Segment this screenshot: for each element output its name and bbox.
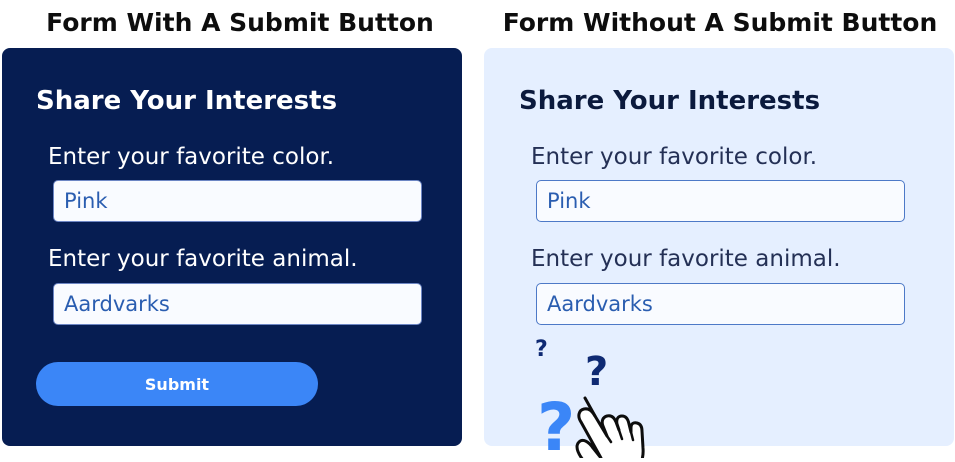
submit-button[interactable]: Submit [36, 362, 318, 406]
question-mark-icon: ? [537, 389, 575, 458]
animal-input[interactable] [536, 283, 905, 325]
color-question-label: Enter your favorite color. [531, 144, 818, 170]
heading-without-submit: Form Without A Submit Button [502, 8, 938, 37]
form-title: Share Your Interests [519, 86, 821, 116]
form-with-submit-panel: Share Your Interests Enter your favorite… [2, 48, 462, 446]
animal-question-label: Enter your favorite animal. [531, 246, 841, 272]
form-without-submit-panel: Share Your Interests Enter your favorite… [484, 48, 954, 458]
color-input[interactable] [53, 180, 422, 222]
confused-user-graphic: ? ? ? [535, 338, 645, 458]
color-input[interactable] [536, 180, 905, 222]
heading-with-submit: Form With A Submit Button [46, 8, 434, 37]
color-question-label: Enter your favorite color. [48, 144, 335, 170]
form-title: Share Your Interests [36, 86, 338, 116]
pointing-hand-icon [575, 396, 645, 458]
animal-question-label: Enter your favorite animal. [48, 246, 358, 272]
animal-input[interactable] [53, 283, 422, 325]
question-mark-icon: ? [585, 349, 608, 395]
question-mark-icon: ? [535, 338, 548, 362]
